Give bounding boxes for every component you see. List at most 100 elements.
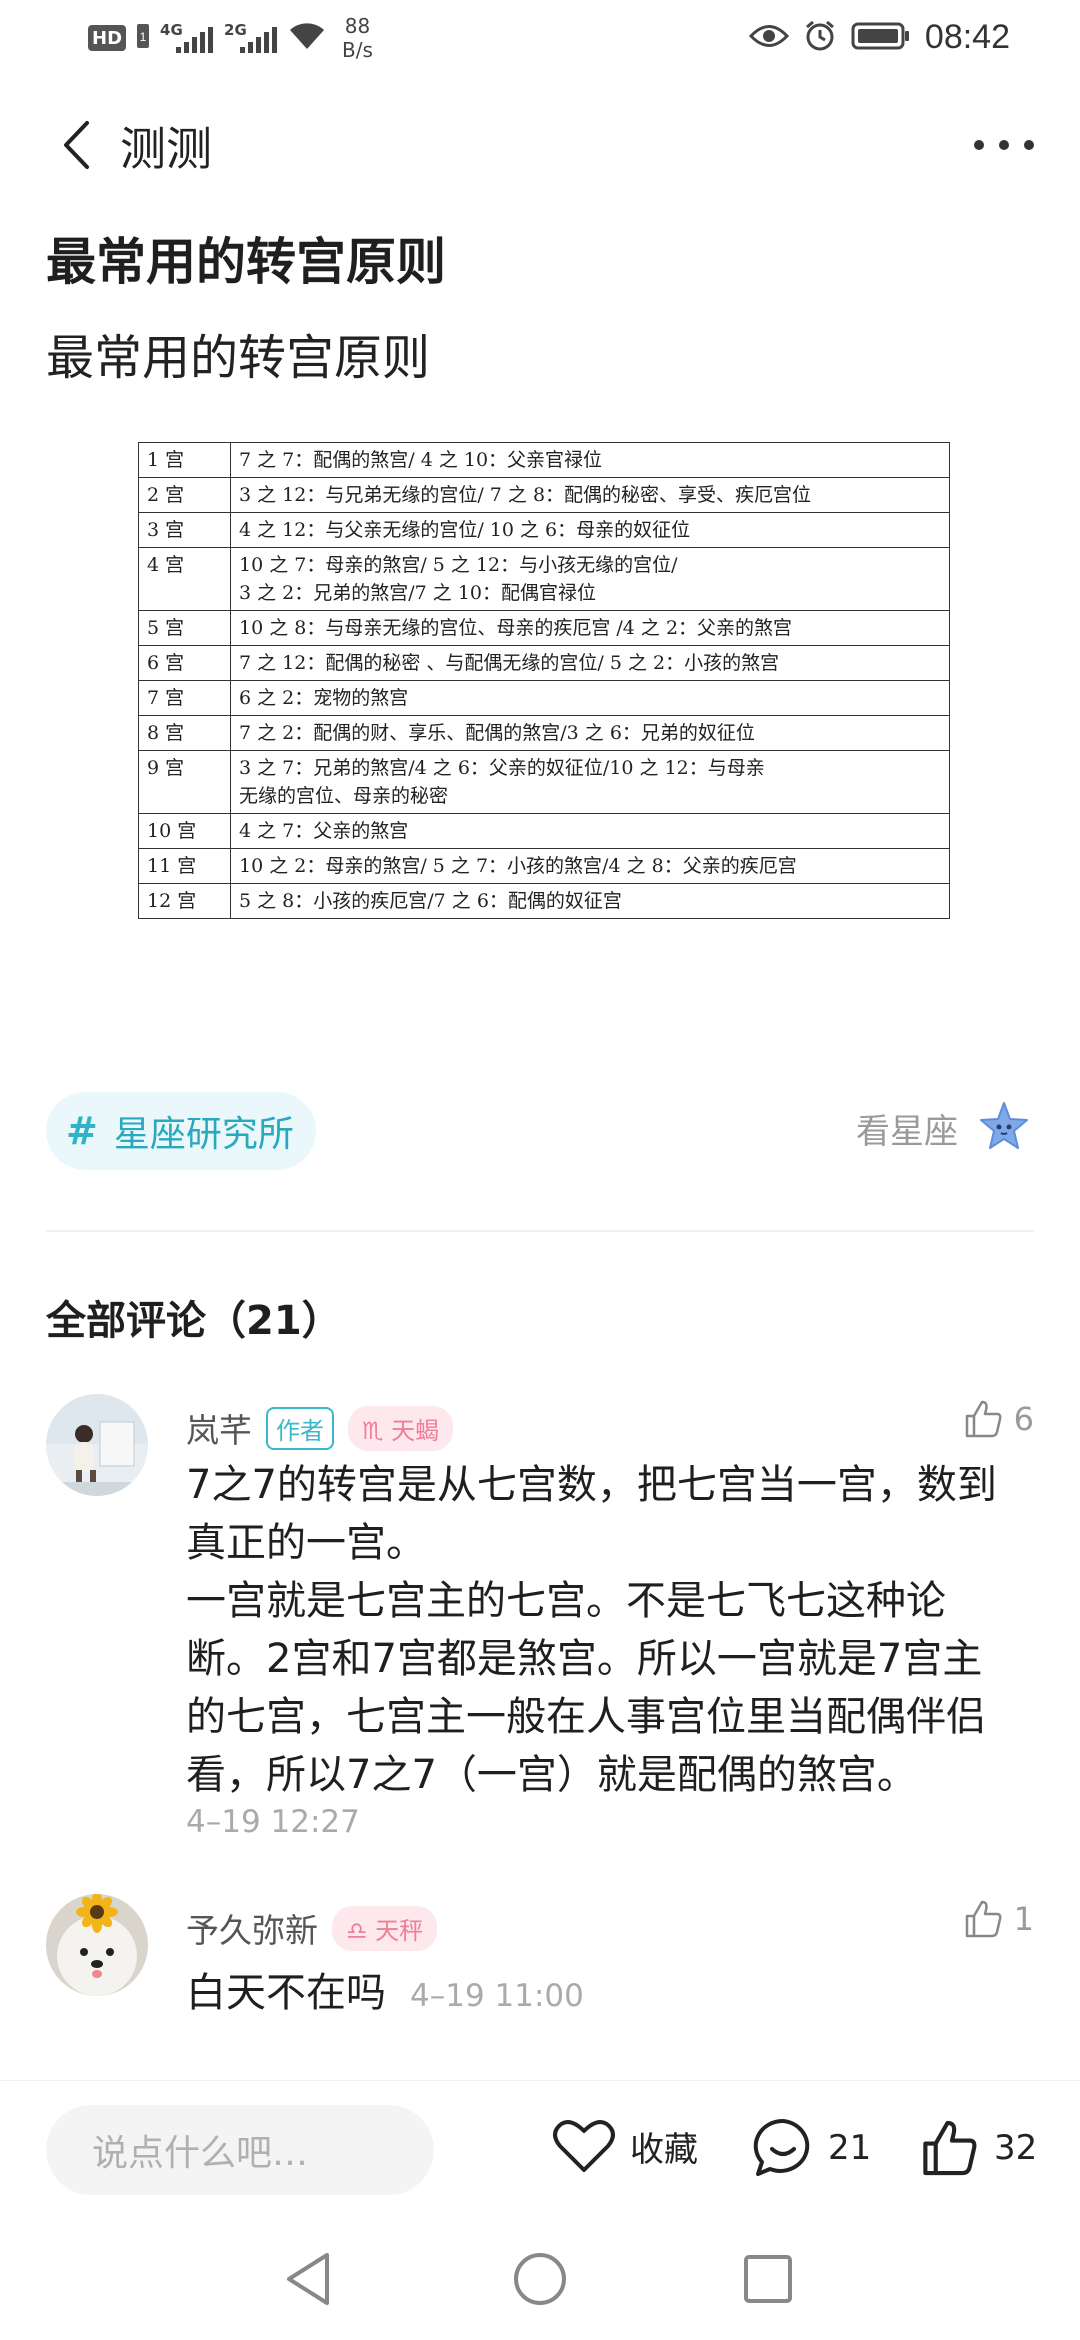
comment-button[interactable]: 21 <box>752 2117 871 2179</box>
collect-button[interactable]: 收藏 <box>552 2117 698 2175</box>
divider <box>46 1230 1034 1232</box>
see-star-link[interactable]: 看星座 <box>856 1100 1030 1156</box>
comment-input[interactable]: 说点什么吧… <box>46 2105 434 2195</box>
table-row: 3 宫4 之 12：与父亲无缘的宫位/ 10 之 6：母亲的奴征位 <box>138 512 950 548</box>
system-nav-bar <box>0 2220 1080 2340</box>
topic-tag[interactable]: # 星座研究所 <box>46 1092 316 1170</box>
circle-home-icon <box>514 2253 566 2305</box>
table-cell: 12 宫 <box>138 883 231 919</box>
alarm-icon <box>803 19 837 57</box>
table-cell: 7 宫 <box>138 680 231 716</box>
zodiac-badge: ♎ 天秤 <box>332 1905 438 1951</box>
comment-bubble-icon <box>753 2118 810 2176</box>
zodiac-badge: ♏ 天蝎 <box>348 1405 454 1451</box>
table-row: 8 宫7 之 2：配偶的财、享乐、配偶的煞宫/3 之 6：兄弟的奴征位 <box>138 715 950 751</box>
like-count: 1 <box>1013 1900 1034 1938</box>
thumbs-up-icon <box>965 1400 1002 1438</box>
table-cell: 3 宫 <box>138 512 231 548</box>
table-cell: 3 之 7：兄弟的煞宫/4 之 6：父亲的奴征位/10 之 12：与母亲 无缘的… <box>230 750 950 814</box>
nav-home-button[interactable] <box>505 2244 575 2314</box>
table-row: 9 宫3 之 7：兄弟的煞宫/4 之 6：父亲的奴征位/10 之 12：与母亲 … <box>138 750 950 814</box>
comments-header: 全部评论（21） <box>46 1298 342 1344</box>
table-cell: 7 之 7：配偶的煞宫/ 4 之 10：父亲官禄位 <box>230 442 950 478</box>
table-row: 2 宫3 之 12：与兄弟无缘的宫位/ 7 之 8：配偶的秘密、享受、疾厄宫位 <box>138 477 950 513</box>
network-speed: 88 B/s <box>342 14 373 62</box>
table-row: 4 宫 10 之 7：母亲的煞宫/ 5 之 12：与小孩无缘的宫位/ 3 之 2：… <box>138 547 950 611</box>
comment-text: 7之7的转宫是从七宫数，把七宫当一宫，数到真正的一宫。 一宫就是七宫主的七宫。不… <box>186 1462 997 1798</box>
table-cell: 7 之 12：配偶的秘密 、与配偶无缘的宫位/ 5 之 2：小孩的煞宫 <box>230 645 950 681</box>
table-cell: 10 之 7：母亲的煞宫/ 5 之 12：与小孩无缘的宫位/ 3 之 2：兄弟的… <box>230 547 950 611</box>
article-subtitle: 最常用的转宫原则 <box>46 330 431 386</box>
sim-card-icon: 1 <box>136 23 150 53</box>
comment-like-button[interactable]: 6 <box>962 1398 1034 1440</box>
like-total: 32 <box>994 2128 1038 2168</box>
table-cell: 4 之 12：与父亲无缘的宫位/ 10 之 6：母亲的奴征位 <box>230 512 950 548</box>
table-cell: 10 宫 <box>138 813 231 849</box>
table-cell: 11 宫 <box>138 848 231 884</box>
eye-icon <box>748 23 789 53</box>
see-star-label: 看星座 <box>856 1111 958 1152</box>
thumbs-up-icon <box>965 1900 1002 1938</box>
article-title: 最常用的转宫原则 <box>46 233 446 291</box>
table-row: 1 宫7 之 7：配偶的煞宫/ 4 之 10：父亲官禄位 <box>138 442 950 478</box>
comment-time: 4–19 12:27 <box>186 1804 360 1840</box>
status-bar: HD 1 4G 2G 88 B/s 08:42 <box>0 0 1080 80</box>
commenter-name[interactable]: 予久弥新 <box>186 1904 318 1952</box>
nav-recents-button[interactable] <box>733 2244 803 2314</box>
comment-text: 白天不在吗 <box>186 1970 386 2016</box>
triangle-back-icon <box>287 2253 329 2305</box>
table-cell: 10 之 2：母亲的煞宫/ 5 之 7：小孩的煞宫/4 之 8：父亲的疾厄宫 <box>230 848 950 884</box>
more-dot-icon <box>999 140 1009 150</box>
table-row: 10 宫4 之 7：父亲的煞宫 <box>138 813 950 849</box>
comment-like-button[interactable]: 1 <box>962 1898 1034 1940</box>
bottom-action-bar: 说点什么吧… 收藏 21 32 <box>0 2080 1080 2220</box>
battery-icon <box>851 21 911 55</box>
more-dot-icon <box>1024 140 1034 150</box>
signal-2g-icon: 2G <box>224 21 278 55</box>
table-row: 11 宫 10 之 2：母亲的煞宫/ 5 之 7：小孩的煞宫/4 之 8：父亲的疾… <box>138 848 950 884</box>
chevron-left-icon <box>64 121 89 169</box>
nav-back-button[interactable] <box>273 2244 343 2314</box>
table-cell: 7 之 2：配偶的财、享乐、配偶的煞宫/3 之 6：兄弟的奴征位 <box>230 715 950 751</box>
comment-count: 21 <box>828 2128 872 2168</box>
header-title: 测测 <box>120 122 212 176</box>
avatar[interactable] <box>46 1894 148 1996</box>
like-count: 6 <box>1013 1400 1034 1438</box>
author-badge: 作者 <box>266 1406 334 1450</box>
more-options-button[interactable] <box>974 125 1034 165</box>
table-cell: 4 宫 <box>138 547 231 611</box>
more-dot-icon <box>974 140 984 150</box>
clock: 08:42 <box>924 18 1010 56</box>
hd-badge: HD <box>88 25 127 51</box>
hashtag-icon: # <box>66 1109 98 1153</box>
commenter-name[interactable]: 岚芊 <box>186 1404 252 1452</box>
palace-table-image[interactable]: 1 宫7 之 7：配偶的煞宫/ 4 之 10：父亲官禄位 2 宫3 之 12：与… <box>138 442 950 919</box>
topic-label: 星座研究所 <box>113 1114 294 1155</box>
table-cell: 5 宫 <box>138 610 231 646</box>
star-mascot-icon <box>978 1100 1030 1156</box>
table-cell: 6 之 2：宠物的煞宫 <box>230 680 950 716</box>
palace-table: 1 宫7 之 7：配偶的煞宫/ 4 之 10：父亲官禄位 2 宫3 之 12：与… <box>138 442 950 919</box>
square-recents-icon <box>744 2255 792 2303</box>
table-cell: 9 宫 <box>138 750 231 814</box>
table-cell: 2 宫 <box>138 477 231 513</box>
back-button[interactable] <box>46 115 106 175</box>
table-row: 6 宫7 之 12：配偶的秘密 、与配偶无缘的宫位/ 5 之 2：小孩的煞宫 <box>138 645 950 681</box>
avatar[interactable] <box>46 1394 148 1496</box>
comment-time: 4–19 11:00 <box>410 1978 584 2014</box>
table-row: 12 宫5 之 8：小孩的疾厄宫/7 之 6：配偶的奴征宫 <box>138 883 950 919</box>
signal-4g-icon: 4G <box>160 21 214 55</box>
table-cell: 6 宫 <box>138 645 231 681</box>
header: 测测 <box>0 95 1080 195</box>
svg-text:1: 1 <box>140 30 147 44</box>
table-cell: 8 宫 <box>138 715 231 751</box>
table-cell: 3 之 12：与兄弟无缘的宫位/ 7 之 8：配偶的秘密、享受、疾厄宫位 <box>230 477 950 513</box>
table-row: 7 宫6 之 2：宠物的煞宫 <box>138 680 950 716</box>
table-row: 5 宫 10 之 8：与母亲无缘的宫位、母亲的疾厄宫 /4 之 2：父亲的煞宫 <box>138 610 950 646</box>
collect-label: 收藏 <box>630 2129 698 2170</box>
thumbs-up-icon <box>923 2120 977 2176</box>
table-cell: 1 宫 <box>138 442 231 478</box>
wifi-icon <box>288 21 326 55</box>
like-button[interactable]: 32 <box>918 2117 1037 2179</box>
table-cell: 4 之 7：父亲的煞宫 <box>230 813 950 849</box>
